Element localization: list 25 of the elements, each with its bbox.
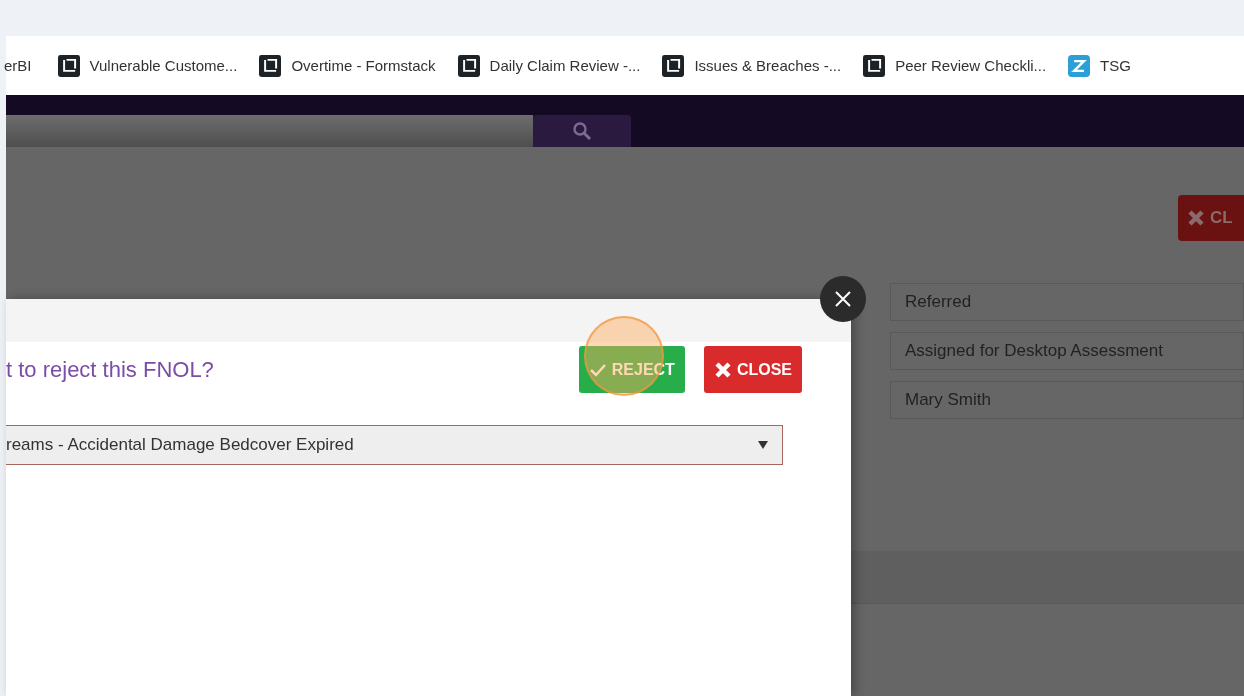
close-icon (713, 360, 732, 379)
page-icon (457, 54, 480, 77)
bookmark-link[interactable]: TSG (1100, 57, 1131, 74)
page-icon (259, 54, 282, 77)
close-icon (834, 290, 852, 308)
search-button[interactable] (533, 115, 631, 147)
bookmark-link[interactable]: erBI (4, 57, 32, 74)
search-field[interactable] (6, 115, 533, 147)
dialog-title: t to reject this FNOL? (6, 356, 214, 383)
page-icon (57, 54, 80, 77)
search-icon (572, 121, 592, 141)
close-icon (1186, 208, 1206, 228)
check-icon (588, 362, 607, 377)
reason-dropdown[interactable]: reams - Accidental Damage Bedcover Expired (6, 425, 783, 465)
app-icon (1068, 54, 1091, 77)
close-button[interactable]: CLOSE (703, 346, 802, 393)
bookmark-link[interactable]: Vulnerable Custome... (89, 57, 238, 74)
dropdown-caret-icon (758, 441, 768, 449)
page-icon (863, 54, 886, 77)
page-icon (662, 54, 685, 77)
bookmark-link[interactable]: Overtime - Formstack (291, 57, 436, 74)
bookmark-link[interactable]: Peer Review Checkli... (895, 57, 1047, 74)
close-button[interactable] (820, 276, 866, 322)
bookmark-link[interactable]: Daily Claim Review -... (489, 57, 641, 74)
bookmark-link[interactable]: Issues & Breaches -... (694, 57, 842, 74)
